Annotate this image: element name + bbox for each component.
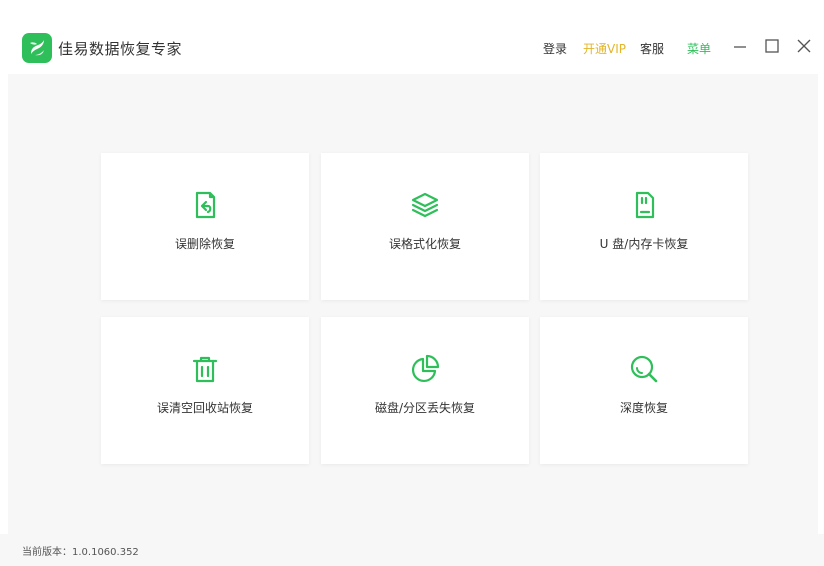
vip-link[interactable]: 开通VIP bbox=[583, 40, 626, 57]
login-link[interactable]: 登录 bbox=[543, 40, 567, 57]
card-recycle-bin-recovery[interactable]: 误清空回收站恢复 bbox=[101, 317, 309, 464]
close-button[interactable] bbox=[794, 36, 814, 56]
search-icon bbox=[630, 355, 658, 383]
main-content: 误删除恢复 误格式化恢复 U 盘/内存卡恢复 误清空回收站恢复 磁盘/分区丢失恢… bbox=[8, 74, 818, 534]
trash-icon bbox=[192, 356, 218, 383]
close-icon bbox=[797, 39, 811, 53]
title-bar[interactable]: 佳易数据恢复专家 登录 开通VIP 客服 菜单 bbox=[0, 0, 824, 74]
card-partition-recovery[interactable]: 磁盘/分区丢失恢复 bbox=[321, 317, 529, 464]
menu-link[interactable]: 菜单 bbox=[687, 40, 711, 57]
sd-card-icon bbox=[635, 191, 655, 219]
layers-icon bbox=[411, 192, 439, 218]
card-label: 误删除恢复 bbox=[174, 237, 235, 251]
version-text: 当前版本：1.0.1060.352 bbox=[22, 547, 139, 558]
app-title: 佳易数据恢复专家 bbox=[58, 40, 183, 58]
card-format-recovery[interactable]: 误格式化恢复 bbox=[321, 153, 529, 300]
app-logo-icon bbox=[22, 33, 52, 63]
card-label: 深度恢复 bbox=[619, 401, 668, 415]
minimize-button[interactable] bbox=[730, 36, 750, 56]
minimize-icon bbox=[734, 46, 746, 48]
card-usb-card-recovery[interactable]: U 盘/内存卡恢复 bbox=[540, 153, 748, 300]
file-restore-icon bbox=[195, 191, 216, 219]
status-bar: 当前版本：1.0.1060.352 bbox=[0, 534, 824, 566]
pie-chart-icon bbox=[411, 354, 440, 383]
card-label: 误格式化恢复 bbox=[388, 237, 461, 251]
card-deep-recovery[interactable]: 深度恢复 bbox=[540, 317, 748, 464]
card-label: 磁盘/分区丢失恢复 bbox=[374, 401, 476, 415]
card-label: U 盘/内存卡恢复 bbox=[599, 237, 689, 251]
maximize-button[interactable] bbox=[762, 36, 782, 56]
card-deleted-recovery[interactable]: 误删除恢复 bbox=[101, 153, 309, 300]
customer-service-link[interactable]: 客服 bbox=[640, 40, 664, 57]
app-window: 佳易数据恢复专家 登录 开通VIP 客服 菜单 误删除恢复 误格式化恢复 U 盘… bbox=[0, 0, 824, 566]
card-label: 误清空回收站恢复 bbox=[156, 401, 253, 415]
maximize-icon bbox=[765, 39, 779, 53]
